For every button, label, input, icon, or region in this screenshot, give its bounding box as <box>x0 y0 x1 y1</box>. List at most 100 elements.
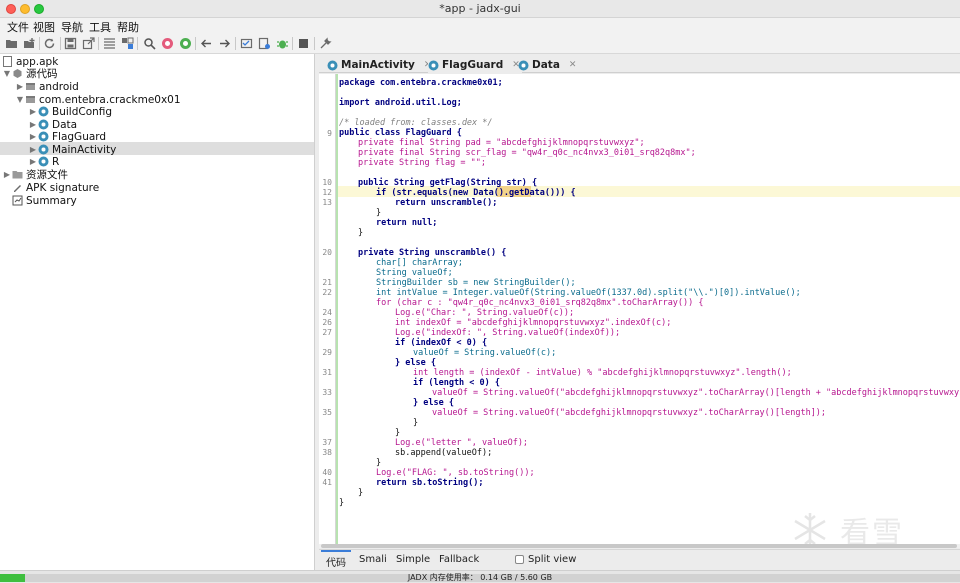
code-line: Log.e("indexOf: ", String.valueOf(indexO… <box>395 328 621 338</box>
tree-android-label: android <box>39 80 79 93</box>
reload-icon[interactable] <box>42 36 57 51</box>
code-line: int length = (indexOf - intValue) % "abc… <box>413 368 792 378</box>
code-line: Log.e("Char: ", String.valueOf(c)); <box>395 308 575 318</box>
save-icon[interactable] <box>63 36 78 51</box>
menu-file[interactable]: 文件 <box>5 19 31 35</box>
apk-file-icon <box>2 56 13 67</box>
chevron-down-icon[interactable]: ▼ <box>15 95 25 104</box>
menu-navigate[interactable]: 导航 <box>59 19 85 35</box>
code-line: int intValue = Integer.valueOf(String.va… <box>376 288 801 298</box>
tree-node-class[interactable]: ▶ FlagGuard <box>28 130 106 143</box>
class-icon <box>327 60 338 71</box>
code-line: /* loaded from: classes.dex */ <box>339 118 493 128</box>
flatten-icon[interactable] <box>102 36 117 51</box>
chevron-right-icon[interactable]: ▶ <box>28 107 38 116</box>
add-files-icon[interactable] <box>22 36 37 51</box>
watermark-text: 看雪 <box>840 516 904 544</box>
chevron-down-icon[interactable]: ▼ <box>2 69 12 78</box>
line-number: 24 <box>322 308 332 317</box>
code-line: } <box>358 488 364 498</box>
tree-class-label: Data <box>52 118 78 131</box>
class-icon <box>38 119 49 130</box>
log-icon[interactable] <box>257 36 272 51</box>
chevron-right-icon[interactable]: ▶ <box>2 170 12 179</box>
code-line: return sb.toString(); <box>376 478 484 488</box>
class-icon <box>38 144 49 155</box>
code-line: private final String pad = "abcdefghijkl… <box>358 138 645 148</box>
line-number: 9 <box>327 129 332 138</box>
line-number: 37 <box>322 438 332 447</box>
tree-node-resources[interactable]: ▶ 资源文件 <box>2 168 68 181</box>
code-line: if (length < 0) { <box>413 378 500 388</box>
line-number: 41 <box>322 478 332 487</box>
line-number: 10 <box>322 178 332 187</box>
close-icon[interactable]: ✕ <box>569 60 577 70</box>
line-number: 35 <box>322 408 332 417</box>
watermark: 看雪 <box>790 508 904 544</box>
chevron-right-icon[interactable]: ▶ <box>28 120 38 129</box>
find-usage-icon[interactable] <box>178 36 193 51</box>
back-icon[interactable] <box>199 36 214 51</box>
toolbar <box>0 34 960 54</box>
code-line: } else { <box>413 398 454 408</box>
forward-icon[interactable] <box>217 36 232 51</box>
change-marker <box>336 74 338 544</box>
tree-node-apk-signature[interactable]: APK signature <box>12 181 99 194</box>
settings-icon[interactable] <box>318 36 333 51</box>
horizontal-scrollbar[interactable] <box>319 544 960 548</box>
window-title: *app - jadx-gui <box>439 2 521 15</box>
split-view-checkbox[interactable] <box>515 555 524 564</box>
code-line: char[] charArray; <box>376 258 463 268</box>
package-icon <box>25 81 36 92</box>
code-line: int indexOf = "abcdefghijklmnopqrstuvwxy… <box>395 318 672 328</box>
tab-mainactivity[interactable]: MainActivity ✕ <box>327 57 431 73</box>
code-line: valueOf = String.valueOf("abcdefghijklmn… <box>432 408 827 418</box>
sync-icon[interactable] <box>120 36 135 51</box>
code-editor[interactable]: 9 10 12 13 20 21 22 24 26 27 29 31 33 35… <box>319 74 960 544</box>
tree-node-source[interactable]: ▼ 源代码 <box>2 67 58 80</box>
tab-simple[interactable]: Simple <box>396 554 430 565</box>
code-line: public String getFlag(String str) { <box>358 178 538 188</box>
code-line: } <box>395 428 401 438</box>
line-number: 31 <box>322 368 332 377</box>
chevron-right-icon[interactable]: ▶ <box>28 132 38 141</box>
menu-view[interactable]: 视图 <box>31 19 57 35</box>
tree-package-label: com.entebra.crackme0x01 <box>39 93 181 106</box>
menu-tools[interactable]: 工具 <box>87 19 113 35</box>
tab-fallback[interactable]: Fallback <box>439 554 479 565</box>
class-icon <box>428 60 439 71</box>
code-line: for (char c : "qw4r_q0c_nc4nvx3_0i01_srq… <box>376 298 704 308</box>
tree-node-android[interactable]: ▶ android <box>15 80 79 93</box>
chevron-right-icon[interactable]: ▶ <box>15 82 25 91</box>
export-icon[interactable] <box>81 36 96 51</box>
menu-help[interactable]: 帮助 <box>115 19 141 35</box>
code-line: Log.e("letter ", valueOf); <box>395 438 529 448</box>
class-icon <box>38 131 49 142</box>
code-line: private String unscramble() { <box>358 248 507 258</box>
scrollbar-thumb[interactable] <box>321 544 957 548</box>
debug-icon[interactable] <box>275 36 290 51</box>
tree-class-label: FlagGuard <box>52 130 107 143</box>
tab-smali[interactable]: Smali <box>359 554 387 565</box>
find-class-icon[interactable] <box>160 36 175 51</box>
tab-flagguard[interactable]: FlagGuard ✕ <box>428 57 522 76</box>
snowflake-icon <box>794 513 826 544</box>
line-number: 12 <box>322 188 332 197</box>
stop-icon[interactable] <box>296 36 311 51</box>
line-number: 26 <box>322 318 332 327</box>
tree-node-class[interactable]: ▶ BuildConfig <box>28 105 112 118</box>
search-icon[interactable] <box>142 36 157 51</box>
code-line: if (indexOf < 0) { <box>395 338 488 348</box>
title-bar: *app - jadx-gui <box>0 0 960 18</box>
tab-label: FlagGuard <box>442 59 504 71</box>
chevron-right-icon[interactable]: ▶ <box>28 157 38 166</box>
class-icon <box>38 106 49 117</box>
chevron-right-icon[interactable]: ▶ <box>28 145 38 154</box>
open-icon[interactable] <box>4 36 19 51</box>
tree-node-summary[interactable]: Summary <box>12 194 77 207</box>
code-line: } <box>358 228 364 238</box>
tab-data[interactable]: Data ✕ <box>518 57 576 73</box>
quark-icon[interactable] <box>239 36 254 51</box>
split-view-label: Split view <box>528 554 577 565</box>
tab-code[interactable]: 代码 <box>326 554 346 569</box>
